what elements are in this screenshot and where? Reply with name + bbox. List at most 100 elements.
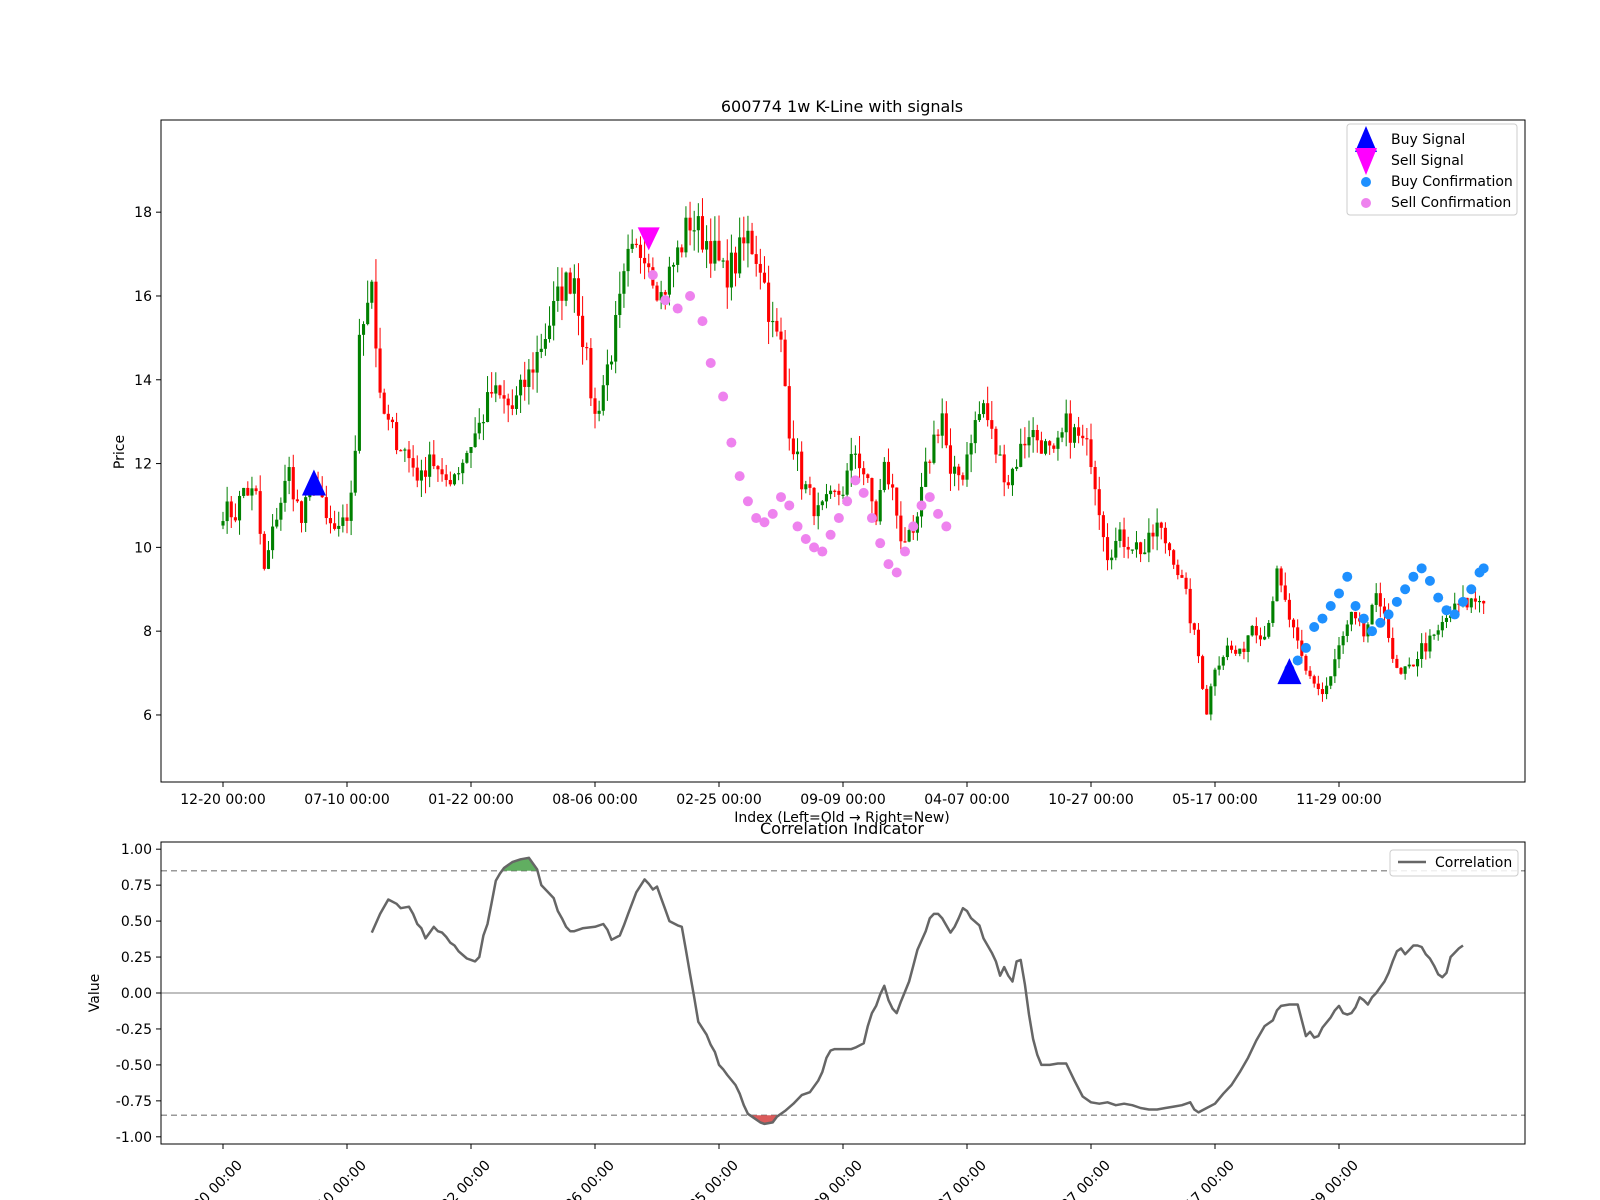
sell-confirmation-point [891,567,902,578]
candle-body [1060,432,1064,438]
buy-confirmation-point [1416,563,1427,574]
candle-body [1312,676,1316,684]
candle-body [1039,440,1043,454]
candle-body [833,490,837,492]
candle-body [771,320,775,323]
candle-body [1056,437,1060,449]
sell-confirmation-point [883,559,894,570]
candle-body [1143,552,1147,555]
sell-confirmation-point [842,496,853,507]
buy-confirmation-point [1342,571,1353,582]
candle-body [738,237,742,274]
candle-body [1122,529,1126,547]
candle-body [1378,593,1382,607]
sell-confirmation-point [685,290,696,301]
candle-body [816,505,820,517]
candle-body [614,314,618,362]
candle-body [572,278,576,294]
candle-body [787,386,791,439]
sell-confirmation-point [875,538,886,549]
candle-body [1242,648,1246,652]
candle-body [333,523,337,529]
corr-x-tick-label: 11-29 00:00 [1290,1158,1362,1200]
candle-body [1440,621,1444,631]
candle-body [713,240,717,264]
candle-body [1209,686,1213,715]
candle-body [510,405,514,409]
candle-body [1093,467,1097,490]
buy-confirmation-point [1383,609,1394,620]
candle-body [845,470,849,495]
candle-body [1238,648,1242,654]
candle-body [655,285,659,301]
candle-body [895,487,899,516]
candle-body [940,413,944,436]
legend-buy-signal: Buy Signal [1391,132,1465,148]
candle-body [490,392,494,394]
buy-confirmation-point [1317,613,1328,624]
buy-confirmation-point [1350,601,1361,612]
candle-body [841,494,845,496]
candle-body [721,260,725,262]
candle-body [643,257,647,264]
candle-body [1130,549,1134,551]
candle-body [775,320,779,332]
sell-confirmation-point [825,529,836,540]
candle-body [452,474,457,485]
candle-body [1101,515,1105,538]
candle-body [349,492,353,521]
candle-body [1432,634,1436,636]
candle-body [258,491,262,534]
candle-body [399,450,403,452]
corr-x-tick-label: 04-07 00:00 [918,1158,990,1200]
candle-body [824,494,829,502]
candle-body [407,449,411,459]
candle-body [1444,617,1449,622]
candle-body [419,470,423,481]
candle-body [547,325,552,340]
candle-body [1221,657,1225,666]
candle-body [390,419,395,423]
sell-confirmation-point [759,517,770,528]
candle-body [750,230,754,255]
candlesticks [221,198,1486,721]
candle-body [1159,522,1163,528]
candle-body [246,487,250,496]
candle-body [1167,543,1172,551]
sell-confirmation-point [933,508,944,519]
candle-body [746,230,750,244]
sell-confirmation-point [672,303,683,314]
candle-body [800,451,804,490]
corr-x-tick-label: 09-09 00:00 [794,1158,866,1200]
candle-body [444,474,448,480]
candle-body [1353,611,1358,619]
legend-buy-confirmation: Buy Confirmation [1391,174,1513,190]
candle-body [498,385,502,396]
buy-confirmation-point [1309,621,1320,632]
correlation-series [370,856,1464,1126]
candle-body [1391,637,1395,659]
candle-body [634,243,638,246]
candle-body [597,410,601,414]
kline-y-tick-label: 10 [134,540,152,556]
candle-body [1296,627,1300,641]
candle-body [882,461,886,491]
corr-y-tick-label: 0.25 [121,950,152,966]
candle-body [1477,600,1482,603]
candle-body [804,484,808,490]
kline-x-tick-label: 10-27 00:00 [1048,792,1133,808]
candle-body [1258,635,1263,640]
buy-confirmation-point [1325,601,1336,612]
candle-body [287,467,291,481]
candle-body [242,487,246,496]
candle-body [663,292,667,295]
candle-body [395,422,399,451]
candle-body [1155,522,1159,537]
candle-body [886,461,891,485]
buy-confirmation-point [1400,584,1411,595]
candle-body [299,501,304,523]
candle-body [1151,532,1155,537]
candle-body [1192,623,1196,630]
candle-body [254,488,258,492]
candle-body [605,364,609,386]
